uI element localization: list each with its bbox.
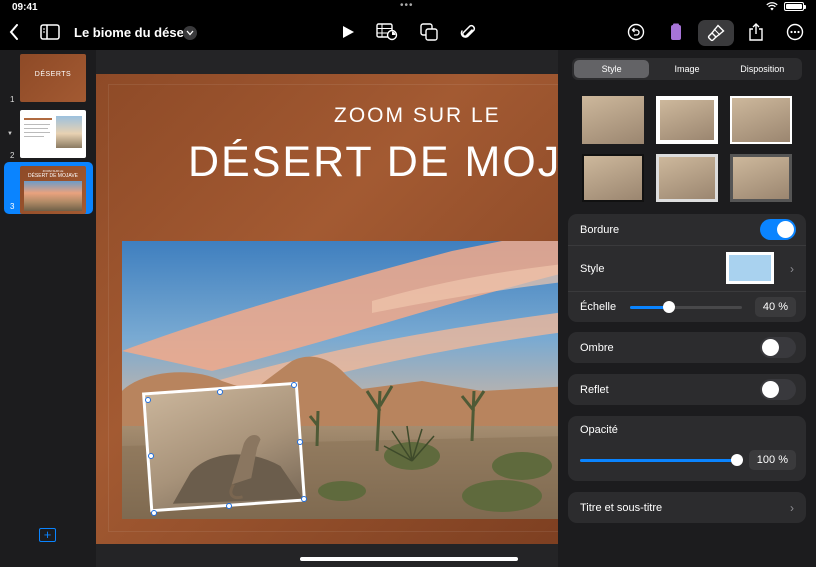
more-icon[interactable] bbox=[783, 20, 807, 44]
thumb-1-title: DÉSERTS bbox=[34, 71, 72, 78]
document-title[interactable]: Le biome du désert bbox=[74, 25, 193, 40]
add-slide-icon[interactable]: + bbox=[39, 528, 56, 542]
wifi-icon bbox=[766, 2, 778, 11]
home-indicator[interactable] bbox=[300, 557, 518, 561]
battery-icon bbox=[784, 2, 806, 11]
multitasking-dots[interactable]: ••• bbox=[400, 0, 414, 11]
scale-slider[interactable] bbox=[630, 301, 742, 313]
undo-icon[interactable] bbox=[624, 20, 648, 44]
paperclip-icon[interactable] bbox=[456, 20, 480, 44]
tab-disposition[interactable]: Disposition bbox=[725, 60, 800, 78]
inspector-tabs: Style Image Disposition bbox=[572, 58, 802, 80]
reflection-label: Reflet bbox=[580, 383, 609, 396]
shapes-icon[interactable] bbox=[417, 20, 441, 44]
title-subtitle-row[interactable]: Titre et sous-titre › bbox=[568, 492, 806, 523]
style-preset-3[interactable] bbox=[730, 96, 792, 144]
shadow-label: Ombre bbox=[580, 341, 614, 354]
share-icon[interactable] bbox=[744, 20, 768, 44]
slide-thumbnail-3[interactable]: ZOOM SUR LE DÉSERT DE MOJAVE bbox=[20, 166, 86, 214]
border-label: Bordure bbox=[580, 223, 620, 236]
chevron-down-icon[interactable] bbox=[183, 26, 197, 40]
title-subtitle-group: Titre et sous-titre › bbox=[568, 492, 806, 523]
border-row: Bordure bbox=[568, 214, 806, 245]
back-chevron-icon[interactable] bbox=[2, 20, 26, 44]
border-style-row[interactable]: Style › bbox=[568, 245, 806, 291]
thumb-3-title: DÉSERT DE MOJAVE bbox=[27, 173, 78, 179]
slide-title[interactable]: DÉSERT DE MOJAVE bbox=[188, 138, 558, 187]
opacity-slider[interactable] bbox=[580, 454, 743, 466]
play-icon[interactable] bbox=[336, 20, 360, 44]
slide-number-2: 2 bbox=[10, 151, 15, 160]
slide-thumbnail-1[interactable]: DÉSERTS bbox=[20, 54, 86, 102]
scale-value[interactable]: 40 % bbox=[754, 297, 796, 317]
chevron-right-icon: › bbox=[790, 500, 794, 515]
opacity-group: Opacité 100 % bbox=[568, 416, 806, 481]
tab-style[interactable]: Style bbox=[574, 60, 650, 78]
shadow-toggle[interactable] bbox=[760, 337, 796, 358]
border-style-swatch[interactable] bbox=[726, 252, 774, 284]
style-preset-5[interactable] bbox=[656, 154, 718, 202]
tab-image[interactable]: Image bbox=[649, 60, 724, 78]
style-preset-1[interactable] bbox=[582, 96, 644, 144]
slide-subtitle[interactable]: ZOOM SUR LE bbox=[334, 104, 501, 128]
style-label: Style bbox=[580, 262, 605, 275]
sidebar-icon[interactable] bbox=[38, 20, 62, 44]
status-time: 09:41 bbox=[12, 2, 38, 13]
status-bar: 09:41 ••• bbox=[0, 0, 816, 14]
collapse-triangle-icon[interactable]: ▼ bbox=[7, 131, 13, 137]
reflection-group: Reflet bbox=[568, 374, 806, 405]
format-inspector: Style Image Disposition Bordure Style › … bbox=[558, 50, 816, 567]
slide-number-1: 1 bbox=[10, 95, 15, 104]
slide-number-3: 3 bbox=[10, 202, 15, 211]
shadow-row: Ombre bbox=[568, 332, 806, 363]
opacity-value[interactable]: 100 % bbox=[748, 450, 796, 470]
paintbrush-icon[interactable] bbox=[698, 20, 734, 46]
scale-label: Échelle bbox=[580, 301, 617, 313]
scale-row: Échelle 40 % bbox=[568, 291, 806, 322]
style-preset-6[interactable] bbox=[730, 154, 792, 202]
slide-navigator: DÉSERTS 1 ▼ 2 ZOOM SUR LE DÉSERT DE MOJA… bbox=[0, 50, 96, 567]
table-chart-icon[interactable] bbox=[375, 20, 399, 44]
slide-thumbnail-2[interactable] bbox=[20, 110, 86, 158]
reflection-row: Reflet bbox=[568, 374, 806, 405]
selection-handles[interactable] bbox=[143, 382, 307, 516]
opacity-label: Opacité bbox=[580, 424, 618, 436]
title-subtitle-label: Titre et sous-titre bbox=[580, 501, 663, 514]
border-toggle[interactable] bbox=[760, 219, 796, 240]
phone-icon[interactable] bbox=[664, 20, 688, 44]
style-preset-4[interactable] bbox=[582, 154, 644, 202]
style-preset-2[interactable] bbox=[656, 96, 718, 144]
reflection-toggle[interactable] bbox=[760, 379, 796, 400]
slide-canvas: ZOOM SUR LE DÉSERT DE MOJAVE bbox=[96, 50, 558, 567]
shadow-group: Ombre bbox=[568, 332, 806, 363]
toolbar: Le biome du désert bbox=[0, 14, 816, 50]
chevron-right-icon: › bbox=[790, 261, 794, 276]
border-group: Bordure Style › Échelle 40 % bbox=[568, 214, 806, 322]
